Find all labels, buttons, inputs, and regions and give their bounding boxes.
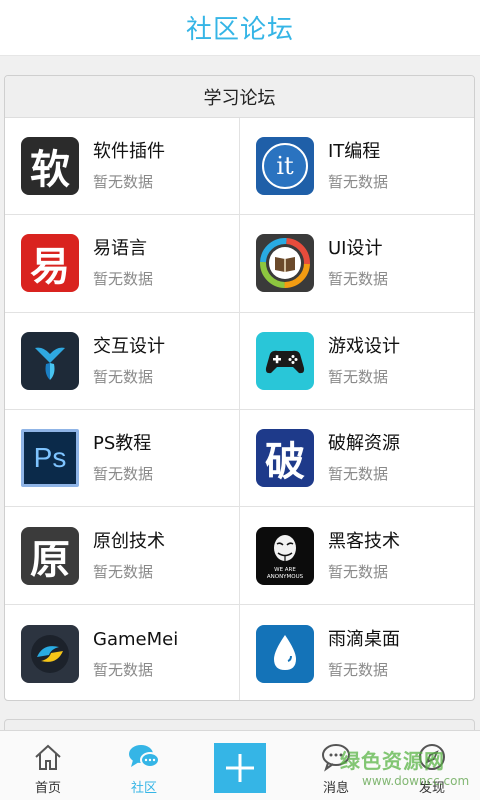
po-character-icon: 破 <box>256 429 314 488</box>
gamemei-logo-icon <box>21 624 79 683</box>
forum-item-status: 暂无数据 <box>328 173 389 192</box>
forum-item-status: 暂无数据 <box>93 465 154 484</box>
tab-discover[interactable]: 发现 <box>384 731 480 800</box>
chat-bubbles-icon <box>127 741 161 773</box>
forum-item-status: 暂无数据 <box>93 270 154 289</box>
forum-item-ps-tutorial[interactable]: Ps PS教程 暂无数据 <box>5 409 240 508</box>
raindrop-icon <box>256 624 314 683</box>
tab-home[interactable]: 首页 <box>0 731 96 800</box>
message-icon <box>319 741 353 773</box>
forum-item-name: 原创技术 <box>93 530 165 552</box>
forum-section-card: 学习论坛 软 软件插件 暂无数据 it IT编程 暂无数据 易 易语言 暂无数据… <box>4 75 475 701</box>
forum-item-gamemei[interactable]: GameMei 暂无数据 <box>5 604 240 700</box>
forum-item-status: 暂无数据 <box>328 270 389 289</box>
tab-label: 社区 <box>130 781 157 796</box>
forum-item-raindrop-desktop[interactable]: 雨滴桌面 暂无数据 <box>240 604 474 700</box>
it-logo-icon: it <box>256 137 314 196</box>
forum-item-game-design[interactable]: 游戏设计 暂无数据 <box>240 313 474 410</box>
forum-item-software-plugins[interactable]: 软 软件插件 暂无数据 <box>5 118 240 216</box>
forum-item-name: 交互设计 <box>93 335 165 357</box>
forum-item-interaction-design[interactable]: 交互设计 暂无数据 <box>5 312 240 410</box>
forum-item-it-programming[interactable]: it IT编程 暂无数据 <box>240 118 474 216</box>
home-icon <box>31 741 65 773</box>
forum-item-status: 暂无数据 <box>93 562 154 581</box>
forum-item-name: IT编程 <box>328 141 381 163</box>
forum-item-status: 暂无数据 <box>328 465 389 484</box>
forum-item-name: PS教程 <box>93 433 152 455</box>
forum-item-status: 暂无数据 <box>93 367 154 386</box>
gamepad-icon <box>256 331 314 390</box>
forum-item-name: 雨滴桌面 <box>328 628 400 650</box>
forum-item-status: 暂无数据 <box>93 660 154 679</box>
tab-add[interactable] <box>192 731 288 800</box>
forum-item-name: 易语言 <box>93 238 147 260</box>
forum-item-status: 暂无数据 <box>328 367 389 386</box>
yuan-character-icon: 原 <box>21 526 79 585</box>
forum-item-yi-language[interactable]: 易 易语言 暂无数据 <box>5 215 240 313</box>
tab-messages[interactable]: 消息 <box>288 731 384 800</box>
photoshop-icon: Ps <box>21 429 79 488</box>
tab-label: 消息 <box>322 781 349 796</box>
top-bar: 社区论坛 <box>0 0 480 56</box>
forum-item-status: 暂无数据 <box>328 562 389 581</box>
forum-item-status: 暂无数据 <box>93 173 154 192</box>
bottom-tab-bar: 首页 社区 消息 发现 <box>0 730 480 800</box>
svg-text:ANONYMOUS: ANONYMOUS <box>267 574 304 580</box>
page-title: 社区论坛 <box>185 15 294 45</box>
forum-grid: 软 软件插件 暂无数据 it IT编程 暂无数据 易 易语言 暂无数据 UI设计… <box>5 118 474 700</box>
section-title: 学习论坛 <box>5 76 474 118</box>
forum-item-name: 游戏设计 <box>328 335 400 357</box>
anonymous-mask-icon: WE ARE ANONYMOUS <box>256 526 314 585</box>
plus-icon <box>214 743 266 793</box>
forum-item-original-tech[interactable]: 原 原创技术 暂无数据 <box>5 507 240 605</box>
forum-item-name: UI设计 <box>328 238 383 260</box>
forum-item-hacker-tech[interactable]: WE ARE ANONYMOUS 黑客技术 暂无数据 <box>240 507 474 604</box>
yi-character-icon: 易 <box>21 234 79 293</box>
ruan-character-icon: 软 <box>21 137 79 196</box>
tab-community[interactable]: 社区 <box>96 731 192 800</box>
tri-petal-icon <box>21 331 79 390</box>
forum-item-name: 破解资源 <box>328 433 400 455</box>
tab-label: 首页 <box>34 781 61 796</box>
forum-item-name: 软件插件 <box>93 141 165 163</box>
tab-label: 发现 <box>418 781 445 796</box>
forum-item-ui-design[interactable]: UI设计 暂无数据 <box>240 215 474 313</box>
svg-text:WE ARE: WE ARE <box>274 567 296 573</box>
forum-item-name: GameMei <box>93 628 179 650</box>
forum-item-name: 黑客技术 <box>328 530 400 552</box>
book-ring-icon <box>256 234 314 293</box>
forum-item-status: 暂无数据 <box>328 660 389 679</box>
compass-icon <box>415 741 449 773</box>
svg-text:it: it <box>276 152 294 180</box>
forum-item-crack-resources[interactable]: 破 破解资源 暂无数据 <box>240 410 474 508</box>
